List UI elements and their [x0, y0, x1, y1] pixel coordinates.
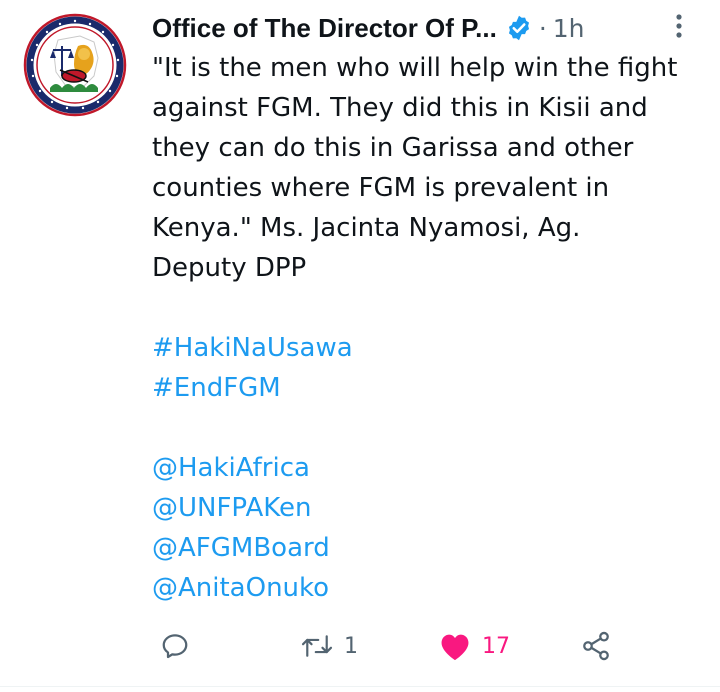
hashtag-link[interactable]: #HakiNaUsawa	[152, 328, 712, 368]
like-button[interactable]: 17	[438, 624, 510, 668]
mention-link[interactable]: @AnitaOnuko	[152, 568, 712, 608]
like-count: 17	[482, 633, 510, 659]
tweet-text-line: "It is the men who will help win the fig…	[152, 53, 678, 83]
tweet-timestamp[interactable]: 1h	[553, 14, 585, 43]
verified-badge-icon	[505, 14, 533, 42]
header-dot: ·	[538, 13, 547, 43]
mention-link[interactable]: @AFGMBoard	[152, 528, 712, 568]
tweet-text-line: they can do this in Garissa and other	[152, 133, 634, 163]
reply-icon	[160, 631, 190, 661]
hashtag-link[interactable]: #EndFGM	[152, 368, 712, 408]
tweet-text-line: against FGM. They did this in Kisii and	[152, 93, 648, 123]
reply-button[interactable]	[160, 624, 190, 668]
share-button[interactable]	[580, 624, 612, 668]
tweet-text-line: Kenya." Ms. Jacinta Nyamosi, Ag.	[152, 213, 581, 243]
author-name[interactable]: Office of The Director Of P...	[152, 13, 497, 44]
tweet-actions: 1 17	[152, 624, 632, 668]
retweet-button[interactable]: 1	[300, 624, 358, 668]
mention-link[interactable]: @HakiAfrica	[152, 448, 712, 488]
tweet-text-line: Deputy DPP	[152, 253, 307, 283]
retweet-count: 1	[344, 633, 358, 659]
mention-link[interactable]: @UNFPAKen	[152, 488, 712, 528]
more-options-icon[interactable]	[664, 8, 694, 44]
tweet-card[interactable]: Office of The Director Of P... · 1h "It …	[0, 0, 720, 692]
share-icon	[580, 630, 612, 662]
tweet-text-line: counties where FGM is prevalent in	[152, 173, 610, 203]
odpp-seal-icon	[21, 11, 129, 119]
tweet-header: Office of The Director Of P... · 1h	[152, 8, 702, 48]
divider	[0, 686, 720, 687]
tweet-text: "It is the men who will help win the fig…	[152, 48, 712, 608]
retweet-icon	[300, 631, 334, 661]
heart-icon	[438, 630, 472, 662]
avatar[interactable]	[20, 10, 130, 120]
